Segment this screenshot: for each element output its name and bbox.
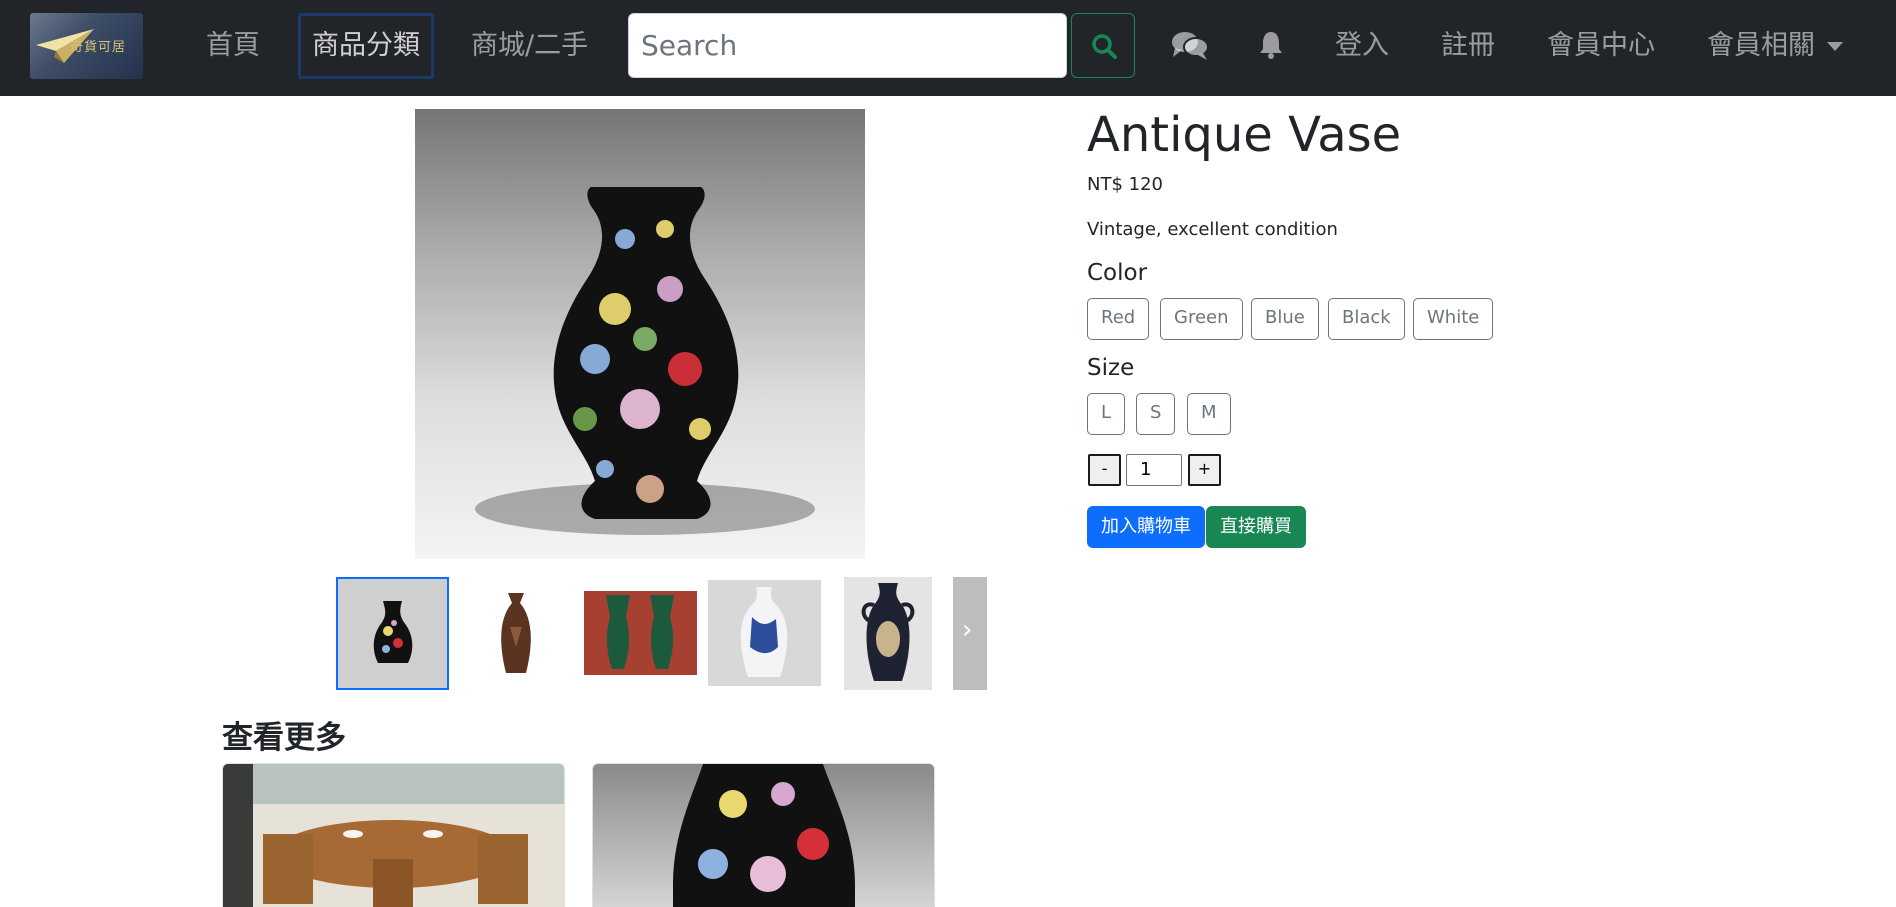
thumbnail-5[interactable] xyxy=(832,577,945,690)
vase-thumbnail-image xyxy=(584,577,697,690)
quantity-decrease-button[interactable]: - xyxy=(1088,454,1121,486)
color-option-red[interactable]: Red xyxy=(1087,298,1150,340)
nav-register[interactable]: 註冊 xyxy=(1441,0,1495,96)
chat-icon xyxy=(1172,32,1209,60)
color-label: Color xyxy=(1087,260,1148,286)
member-dropdown-toggle[interactable]: 會員相關 xyxy=(1707,0,1843,96)
nav-home[interactable]: 首頁 xyxy=(206,0,260,96)
product-main-image xyxy=(415,109,865,559)
logo-text: 奇貨可居 xyxy=(70,40,127,55)
bell-icon xyxy=(1260,32,1282,59)
size-option-m[interactable]: M xyxy=(1187,393,1231,435)
vase-thumbnail-image xyxy=(708,580,821,686)
add-to-cart-button[interactable]: 加入購物車 xyxy=(1087,506,1205,548)
nav-login[interactable]: 登入 xyxy=(1335,0,1389,96)
vase-thumbnail-image xyxy=(460,577,573,690)
chat-button[interactable] xyxy=(1171,30,1209,66)
site-logo[interactable]: 奇貨可居 xyxy=(30,13,143,79)
color-option-blue[interactable]: Blue xyxy=(1251,298,1319,340)
notification-button[interactable] xyxy=(1259,30,1283,64)
color-option-green[interactable]: Green xyxy=(1160,298,1243,340)
buy-now-button[interactable]: 直接購買 xyxy=(1206,506,1306,548)
dining-set-image xyxy=(223,764,564,907)
search-input[interactable] xyxy=(628,13,1067,78)
chevron-down-icon xyxy=(1827,42,1843,51)
size-option-l[interactable]: L xyxy=(1087,393,1126,435)
vase-card-image xyxy=(593,764,934,907)
nav-member-center[interactable]: 會員中心 xyxy=(1547,0,1655,96)
size-option-s[interactable]: S xyxy=(1136,393,1176,435)
color-option-white[interactable]: White xyxy=(1413,298,1494,340)
vase-thumbnail-image xyxy=(338,579,447,688)
thumbnail-2[interactable] xyxy=(460,577,573,690)
product-price: NT$ 120 xyxy=(1087,174,1163,195)
thumbnail-3[interactable] xyxy=(584,577,697,690)
vase-thumbnail-image xyxy=(844,577,932,690)
member-dropdown-label: 會員相關 xyxy=(1707,30,1815,61)
thumbnail-next-button[interactable]: › xyxy=(953,577,987,690)
search-button[interactable] xyxy=(1071,13,1135,78)
thumbnail-4[interactable] xyxy=(708,577,821,690)
nav-mall[interactable]: 商城/二手 xyxy=(471,0,588,96)
color-option-black[interactable]: Black xyxy=(1328,298,1405,340)
thumbnail-1[interactable] xyxy=(336,577,449,690)
product-title: Antique Vase xyxy=(1087,107,1402,163)
chevron-right-icon: › xyxy=(962,615,973,645)
quantity-increase-button[interactable]: + xyxy=(1188,454,1221,486)
related-product-card-1[interactable] xyxy=(222,763,565,907)
see-more-heading: 查看更多 xyxy=(222,720,346,756)
product-description: Vintage, excellent condition xyxy=(1087,219,1338,240)
size-label: Size xyxy=(1087,355,1135,381)
nav-categories[interactable]: 商品分類 xyxy=(298,13,434,79)
search-icon xyxy=(1092,34,1117,59)
vase-image xyxy=(475,187,815,535)
related-product-card-2[interactable] xyxy=(592,763,935,907)
top-navbar: 奇貨可居 首頁 商品分類 商城/二手 登入 註冊 會員中心 會員相關 xyxy=(0,0,1896,96)
quantity-input[interactable]: 1 xyxy=(1126,454,1182,486)
